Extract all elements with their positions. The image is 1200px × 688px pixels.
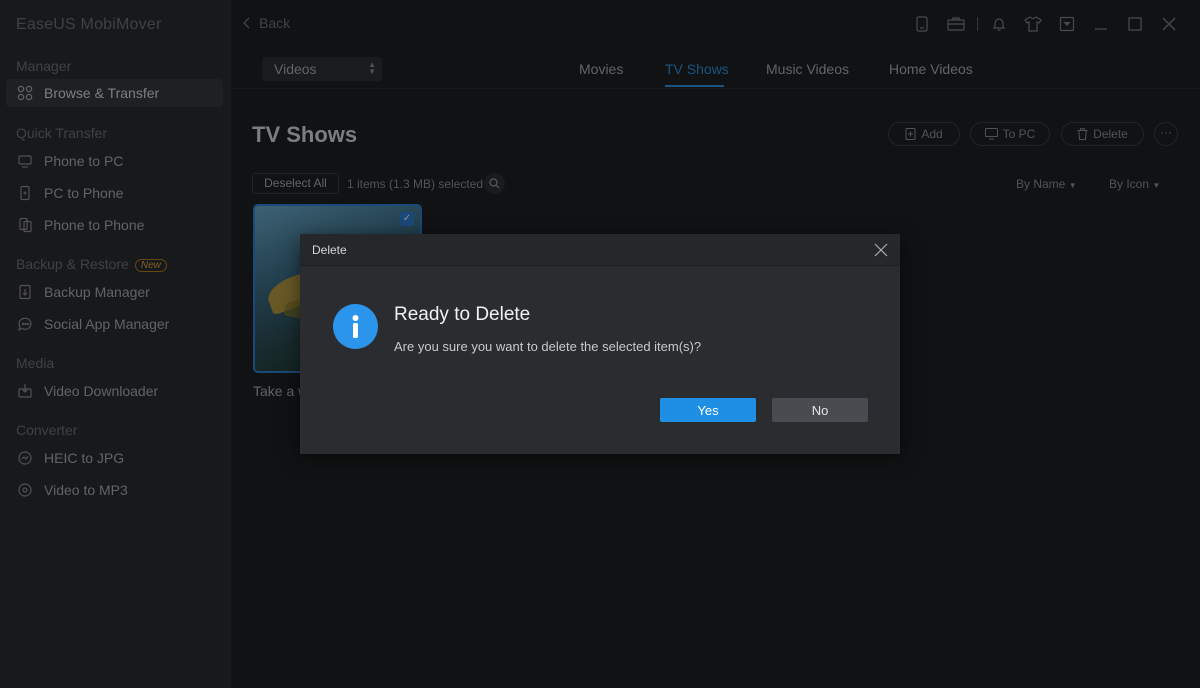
no-button[interactable]: No bbox=[772, 398, 868, 422]
dialog-title: Delete bbox=[312, 243, 347, 257]
info-icon bbox=[333, 304, 378, 349]
delete-dialog: Delete Ready to Delete Are you sure you … bbox=[300, 234, 900, 454]
yes-button[interactable]: Yes bbox=[660, 398, 756, 422]
dialog-message: Are you sure you want to delete the sele… bbox=[394, 339, 702, 354]
close-icon[interactable] bbox=[872, 241, 890, 259]
dialog-heading: Ready to Delete bbox=[394, 304, 531, 325]
dialog-header: Delete bbox=[300, 234, 900, 266]
